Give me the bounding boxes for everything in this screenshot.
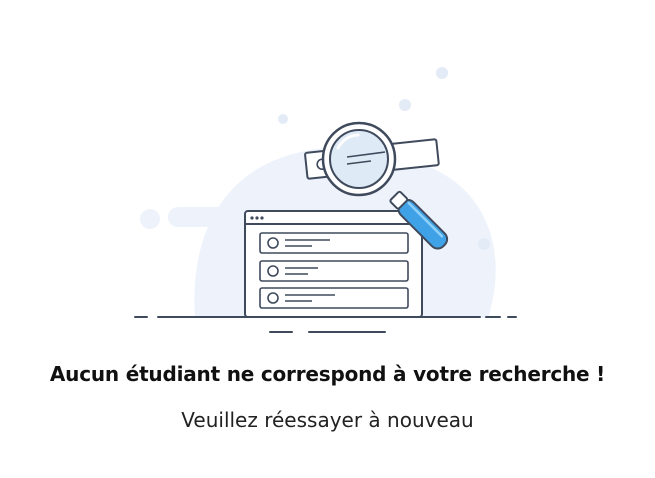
- result-row: [259, 260, 409, 282]
- empty-state-title: Aucun étudiant ne correspond à votre rec…: [49, 362, 606, 386]
- cloud-pill-shape: [168, 207, 248, 227]
- decorative-dot: [278, 114, 288, 124]
- result-row: [259, 232, 409, 254]
- search-no-results-illustration: [134, 67, 517, 333]
- decorative-dot: [478, 238, 490, 250]
- decorative-dot: [436, 67, 448, 79]
- browser-dots-icon: [250, 216, 264, 220]
- decorative-dot: [140, 209, 160, 229]
- empty-state-subtitle: Veuillez réessayer à nouveau: [181, 408, 474, 432]
- decorative-dot: [399, 99, 411, 111]
- ground-line: [134, 316, 517, 333]
- result-row: [259, 287, 409, 309]
- empty-state-page: Aucun étudiant ne correspond à votre rec…: [0, 0, 655, 478]
